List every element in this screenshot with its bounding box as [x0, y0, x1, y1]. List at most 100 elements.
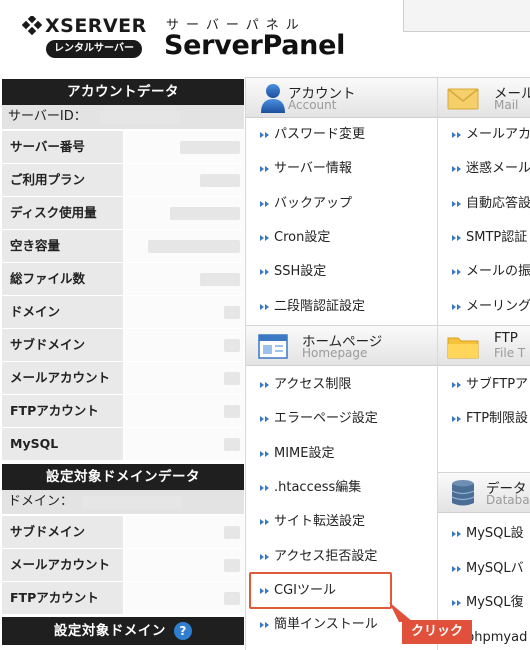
- account-data-label: 空き容量: [2, 230, 124, 262]
- arrow-bullet-icon: [258, 402, 272, 436]
- domain-data-label: FTPアカウント: [2, 582, 124, 614]
- domain-data-value: [125, 549, 244, 581]
- menu-item-label: 二段階認証設定: [274, 298, 366, 314]
- xserver-logo[interactable]: XSERVER レンタルサーバー: [22, 15, 146, 60]
- account-data-value: [125, 230, 244, 262]
- menu-item-label: MySQL復: [466, 595, 524, 610]
- database-icon: [451, 480, 475, 506]
- section-subtitle-ftp: File T: [494, 346, 526, 360]
- menu-item-mail[interactable]: 自動応答設: [438, 187, 530, 221]
- menu-item-database[interactable]: MySQL復: [438, 586, 530, 620]
- arrow-bullet-icon: [258, 118, 272, 152]
- menu-item-mail[interactable]: メールの振: [438, 255, 530, 289]
- menu-item-homepage[interactable]: .htaccess編集: [246, 471, 436, 505]
- menu-item-label: .htaccess編集: [274, 479, 362, 495]
- domain-data-row: メールアカウント: [2, 549, 244, 582]
- account-data-row: サブドメイン: [2, 329, 244, 362]
- menu-item-ftp[interactable]: サブFTPア: [438, 368, 530, 402]
- section-header-database: データ Databa: [438, 472, 530, 513]
- arrow-bullet-icon: [450, 552, 464, 586]
- menu-item-mail[interactable]: SMTP認証: [438, 221, 530, 255]
- click-callout-label: クリック: [402, 620, 472, 644]
- menu-item-label: 迷惑メール: [466, 161, 530, 177]
- menu-item-account[interactable]: Cron設定: [246, 221, 436, 255]
- folder-icon: [447, 337, 479, 359]
- arrow-bullet-icon: [450, 586, 464, 620]
- arrow-bullet-icon: [450, 517, 464, 551]
- account-data-row: メールアカウント: [2, 362, 244, 395]
- domain-row: ドメイン：: [2, 490, 244, 514]
- arrow-bullet-icon: [450, 187, 464, 221]
- domain-data-row: サブドメイン: [2, 516, 244, 549]
- menu-item-label: サーバー情報: [274, 161, 352, 177]
- account-data-label: FTPアカウント: [2, 395, 124, 427]
- menu-item-account[interactable]: サーバー情報: [246, 152, 436, 186]
- section-title-ftp: FTP: [494, 330, 518, 346]
- account-data-label: ドメイン: [2, 296, 124, 328]
- menu-item-label: メールアカ: [466, 127, 530, 142]
- arrow-bullet-icon: [258, 221, 272, 255]
- menu-item-label: SMTP認証: [466, 229, 528, 245]
- help-icon[interactable]: ?: [174, 622, 193, 640]
- menu-item-homepage[interactable]: アクセス制限: [246, 368, 436, 402]
- account-data-row: ディスク使用量: [2, 197, 244, 230]
- redacted-value: [224, 306, 240, 319]
- logo-subtitle: レンタルサーバー: [46, 40, 142, 58]
- redacted-value: [148, 240, 240, 253]
- menu-item-account[interactable]: バックアップ: [246, 187, 436, 221]
- menu-item-mail[interactable]: メーリング: [438, 290, 530, 324]
- menu-item-label: MIME設定: [274, 445, 335, 461]
- account-data-row: サーバー番号: [2, 131, 244, 164]
- account-data-value: [125, 329, 244, 361]
- redacted-value: [224, 405, 240, 418]
- target-domain-title: 設定対象ドメイン ?: [2, 617, 244, 645]
- menu-item-label: サブFTPア: [466, 377, 529, 392]
- menu-item-label: MySQLバ: [466, 560, 524, 576]
- menu-item-database[interactable]: MySQLバ: [438, 552, 530, 586]
- panel-title: ServerPanel: [164, 30, 346, 61]
- account-data-value: [125, 296, 244, 328]
- arrow-bullet-icon: [450, 255, 464, 289]
- account-data-label: メールアカウント: [2, 362, 124, 394]
- menu-item-label: 簡単インストール: [274, 617, 378, 633]
- menu-item-label: MySQL設: [466, 526, 524, 541]
- menu-item-homepage[interactable]: アクセス拒否設定: [246, 540, 436, 574]
- menu-item-mail[interactable]: 迷惑メール: [438, 152, 530, 186]
- account-data-value: [125, 131, 244, 163]
- redacted-value: [224, 526, 240, 539]
- account-data-label: ご利用プラン: [2, 164, 124, 196]
- account-data-label: サブドメイン: [2, 329, 124, 361]
- menu-item-mail[interactable]: メールアカ: [438, 118, 530, 152]
- server-id-row: サーバーID：: [2, 105, 244, 129]
- arrow-bullet-icon: [258, 471, 272, 505]
- redacted-value: [200, 273, 240, 286]
- browser-window-icon: [258, 334, 288, 359]
- menu-item-ftp[interactable]: FTP制限設: [438, 402, 530, 436]
- header-search-box[interactable]: [403, 0, 530, 32]
- menu-item-homepage[interactable]: エラーページ設定: [246, 402, 436, 436]
- menu-item-homepage[interactable]: サイト転送設定: [246, 505, 436, 539]
- menu-item-homepage[interactable]: MIME設定: [246, 437, 436, 471]
- menu-item-account[interactable]: 二段階認証設定: [246, 290, 436, 324]
- header: XSERVER レンタルサーバー サーバーパネル ServerPanel: [0, 0, 530, 76]
- section-header-homepage: ホームページ Homepage: [246, 325, 437, 366]
- menu-item-label: Cron設定: [274, 229, 331, 245]
- cgi-tool-highlight: [249, 572, 392, 609]
- arrow-bullet-icon: [258, 437, 272, 471]
- menu-item-label: 自動応答設: [466, 195, 530, 211]
- arrow-bullet-icon: [450, 118, 464, 152]
- menu-item-account[interactable]: SSH設定: [246, 255, 436, 289]
- account-data-label: ディスク使用量: [2, 197, 124, 229]
- menu-item-database[interactable]: MySQL設: [438, 517, 530, 551]
- menu-item-label: エラーページ設定: [274, 411, 378, 427]
- menu-item-account[interactable]: パスワード変更: [246, 118, 436, 152]
- account-data-label: 総ファイル数: [2, 263, 124, 295]
- account-data-title: アカウントデータ: [2, 79, 244, 105]
- arrow-bullet-icon: [450, 152, 464, 186]
- arrow-bullet-icon: [258, 368, 272, 402]
- section-header-mail: メール Mail: [438, 77, 530, 118]
- account-data-label: MySQL: [2, 428, 124, 460]
- arrow-bullet-icon: [258, 505, 272, 539]
- menu-item-label: FTP制限設: [466, 411, 529, 427]
- arrow-bullet-icon: [450, 290, 464, 324]
